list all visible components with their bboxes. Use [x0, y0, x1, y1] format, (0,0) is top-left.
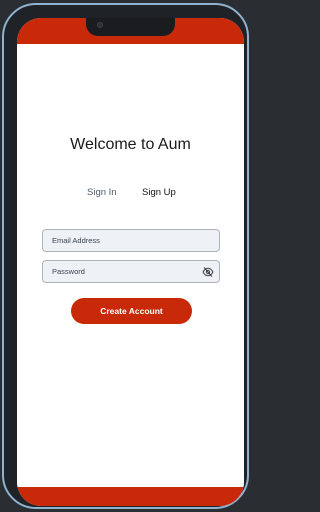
page-title: Welcome to Aum — [70, 136, 191, 153]
camera-icon — [97, 22, 103, 28]
phone-frame: Welcome to Aum Sign In Sign Up Create Ac… — [2, 3, 249, 509]
email-input[interactable] — [52, 230, 202, 251]
eye-off-icon[interactable] — [202, 266, 214, 278]
tab-sign-in[interactable]: Sign In — [87, 187, 117, 198]
password-field — [42, 260, 220, 283]
tab-sign-up[interactable]: Sign Up — [142, 187, 176, 198]
email-field — [42, 229, 220, 252]
password-input[interactable] — [52, 261, 202, 282]
create-account-button[interactable]: Create Account — [71, 298, 192, 324]
bottom-bar — [17, 487, 244, 506]
app-screen: Welcome to Aum Sign In Sign Up Create Ac… — [17, 18, 244, 506]
notch — [86, 18, 175, 36]
